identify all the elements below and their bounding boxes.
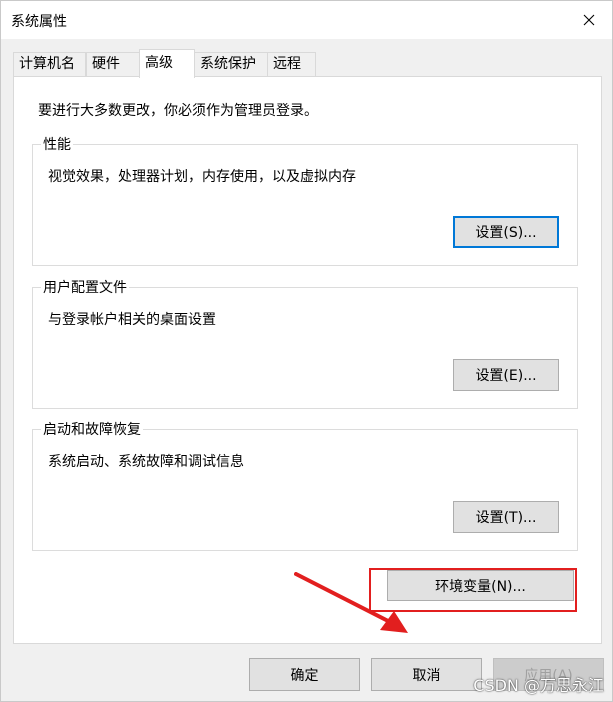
tab-hardware[interactable]: 硬件 bbox=[86, 52, 140, 76]
title-bar: 系统属性 bbox=[1, 1, 612, 39]
user-profiles-description: 与登录帐户相关的桌面设置 bbox=[48, 312, 216, 328]
startup-recovery-group: 启动和故障恢复 系统启动、系统故障和调试信息 设置(T)... bbox=[32, 419, 578, 551]
performance-group: 性能 视觉效果，处理器计划，内存使用，以及虚拟内存 设置(S)... bbox=[32, 134, 578, 266]
environment-variables-button[interactable]: 环境变量(N)... bbox=[387, 570, 574, 601]
user-profiles-settings-button[interactable]: 设置(E)... bbox=[453, 359, 559, 391]
tab-remote[interactable]: 远程 bbox=[267, 52, 316, 76]
advanced-tab-panel: 要进行大多数更改，你必须作为管理员登录。 性能 视觉效果，处理器计划，内存使用，… bbox=[13, 76, 602, 644]
window-title: 系统属性 bbox=[11, 14, 67, 30]
watermark: CSDN @万思永江 bbox=[473, 676, 604, 695]
startup-recovery-settings-button[interactable]: 设置(T)... bbox=[453, 501, 559, 533]
ok-button[interactable]: 确定 bbox=[249, 658, 360, 691]
startup-recovery-description: 系统启动、系统故障和调试信息 bbox=[48, 454, 244, 470]
close-icon bbox=[583, 14, 595, 26]
performance-group-label: 性能 bbox=[41, 134, 73, 154]
tab-advanced[interactable]: 高级 bbox=[139, 49, 195, 78]
system-properties-window: 系统属性 计算机名 硬件 高级 系统保护 远程 要进行大多数更改，你必须作为管理… bbox=[0, 0, 613, 702]
user-profiles-group: 用户配置文件 与登录帐户相关的桌面设置 设置(E)... bbox=[32, 277, 578, 409]
performance-settings-button[interactable]: 设置(S)... bbox=[453, 216, 559, 248]
cancel-button[interactable]: 取消 bbox=[371, 658, 482, 691]
close-button[interactable] bbox=[566, 1, 612, 39]
tab-system-protection[interactable]: 系统保护 bbox=[194, 52, 268, 76]
tab-computer-name[interactable]: 计算机名 bbox=[13, 52, 86, 76]
admin-notice: 要进行大多数更改，你必须作为管理员登录。 bbox=[38, 103, 318, 119]
startup-recovery-group-label: 启动和故障恢复 bbox=[41, 419, 143, 439]
user-profiles-group-label: 用户配置文件 bbox=[41, 277, 129, 297]
performance-description: 视觉效果，处理器计划，内存使用，以及虚拟内存 bbox=[48, 169, 356, 185]
